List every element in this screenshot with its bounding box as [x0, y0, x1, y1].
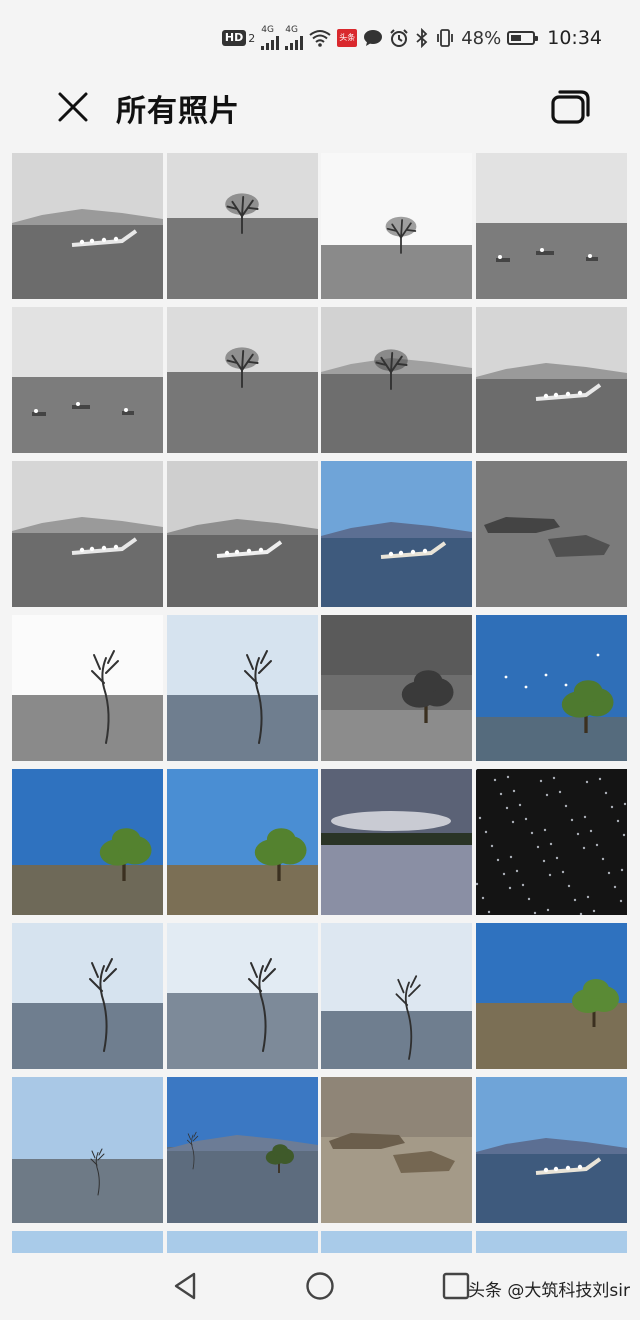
photo-thumbnail[interactable]	[166, 769, 318, 915]
battery-percent: 48%	[461, 27, 502, 49]
photo-thumbnail[interactable]	[321, 461, 473, 607]
photo-thumbnail[interactable]	[12, 1231, 163, 1253]
photo-thumbnail[interactable]	[12, 307, 163, 453]
photo-thumbnail[interactable]	[12, 923, 163, 1069]
photo-thumbnail[interactable]	[321, 153, 473, 299]
photo-thumbnail[interactable]	[475, 1231, 627, 1253]
photo-thumbnail[interactable]	[321, 307, 473, 453]
photo-thumbnail[interactable]	[321, 923, 473, 1069]
signal-icon: 4G	[285, 25, 304, 50]
top-app-bar: 所有照片	[0, 76, 640, 148]
photo-thumbnail[interactable]	[12, 615, 163, 761]
hd-badge: HD	[221, 30, 247, 46]
photo-thumbnail[interactable]	[12, 769, 163, 915]
photo-thumbnail[interactable]	[12, 153, 163, 299]
network-type-2: 4G	[285, 25, 298, 35]
photo-thumbnail[interactable]	[475, 615, 627, 761]
photo-thumbnail[interactable]	[12, 461, 163, 607]
home-circle-icon	[306, 1272, 334, 1300]
photo-thumbnail[interactable]	[166, 1077, 318, 1223]
photo-thumbnail[interactable]	[475, 461, 627, 607]
status-bar: HD 2 4G 4G 头条 48% 10:34	[0, 0, 640, 76]
photo-thumbnail[interactable]	[12, 1077, 163, 1223]
photo-thumbnail[interactable]	[166, 1231, 318, 1253]
vibrate-icon	[437, 29, 454, 47]
clock: 10:34	[547, 27, 602, 49]
watermark-text: 头条 @大筑科技刘sir	[468, 1281, 630, 1301]
sim-number: 2	[248, 31, 256, 45]
photo-thumbnail[interactable]	[166, 461, 318, 607]
photo-thumbnail[interactable]	[321, 1077, 473, 1223]
close-button[interactable]	[54, 88, 92, 126]
photo-thumbnail[interactable]	[166, 923, 318, 1069]
photo-thumbnail[interactable]	[166, 615, 318, 761]
photo-grid	[12, 153, 628, 1253]
signal-icon: 4G	[261, 25, 280, 50]
photo-thumbnail[interactable]	[475, 1077, 627, 1223]
photo-thumbnail[interactable]	[166, 153, 318, 299]
photo-thumbnail[interactable]	[475, 923, 627, 1069]
alarm-icon	[390, 29, 408, 47]
back-triangle-icon	[174, 1272, 196, 1300]
photo-thumbnail[interactable]	[166, 307, 318, 453]
news-app-icon: 头条	[337, 29, 358, 47]
battery-icon	[507, 31, 539, 45]
page-title: 所有照片	[116, 94, 240, 129]
multi-window-icon	[551, 90, 590, 124]
message-icon	[364, 30, 383, 46]
network-type-1: 4G	[261, 25, 274, 35]
wifi-icon	[309, 30, 331, 47]
status-icons: HD 2 4G 4G 头条 48% 10:34	[221, 24, 602, 52]
photo-thumbnail[interactable]	[475, 307, 627, 453]
photo-thumbnail[interactable]	[321, 1231, 473, 1253]
navigation-bar: 头条 @大筑科技刘sir	[0, 1256, 640, 1320]
photo-thumbnail[interactable]	[475, 769, 627, 915]
photo-thumbnail[interactable]	[475, 153, 627, 299]
bluetooth-icon	[416, 28, 428, 48]
multi-window-button[interactable]	[550, 89, 590, 125]
home-button[interactable]	[304, 1270, 336, 1302]
close-icon	[58, 92, 88, 122]
back-button[interactable]	[170, 1270, 202, 1302]
photo-thumbnail[interactable]	[321, 615, 473, 761]
photo-thumbnail[interactable]	[321, 769, 473, 915]
